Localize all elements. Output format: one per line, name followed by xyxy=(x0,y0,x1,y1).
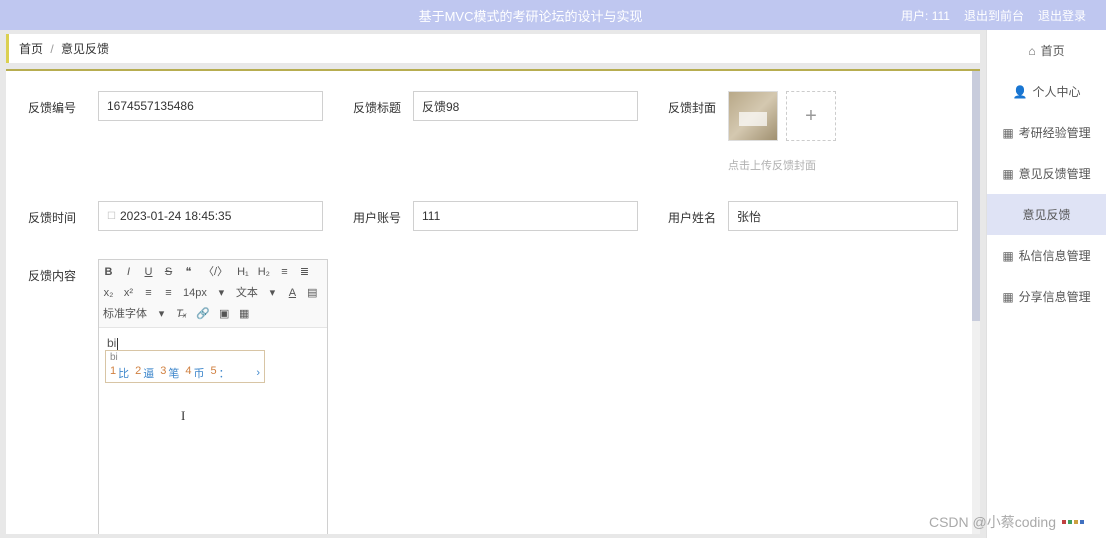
bold-icon[interactable]: B xyxy=(103,265,114,280)
sidebar: ⌂ 首页 👤 个人中心 ▦ 考研经验管理 ▦ 意见反馈管理 意见反馈 ▦ 私信信… xyxy=(986,30,1106,538)
list-icon: ▦ xyxy=(1002,126,1013,140)
cover-thumbnail[interactable] xyxy=(728,91,778,141)
upload-hint: 点击上传反馈封面 xyxy=(728,157,836,173)
username-label: 用户姓名 xyxy=(668,201,728,226)
code-icon[interactable]: 〈/〉 xyxy=(203,265,228,280)
feedback-time-label: 反馈时间 xyxy=(28,201,98,226)
editor-body[interactable]: bi bi 1比 2逼 3笔 4币 5： › xyxy=(99,328,327,534)
bg-color-icon[interactable]: ▤ xyxy=(307,286,318,301)
scrollbar-track[interactable] xyxy=(972,71,980,534)
content-label: 反馈内容 xyxy=(28,259,98,284)
link-icon[interactable]: 🔗 xyxy=(196,307,210,322)
text-cursor-icon: I xyxy=(181,408,185,424)
feedback-title-input[interactable] xyxy=(413,91,638,121)
editor-typed-text: bi xyxy=(107,336,116,350)
sidebar-item-feedback[interactable]: 意见反馈 xyxy=(987,194,1106,235)
h1-icon[interactable]: H₁ xyxy=(237,265,249,280)
underline-icon[interactable]: U xyxy=(143,265,154,280)
sidebar-item-label: 首页 xyxy=(1041,42,1065,59)
outdent-icon[interactable]: ≡ xyxy=(163,286,174,301)
quote-icon[interactable]: ❝ xyxy=(183,265,194,280)
rich-editor: B I U S ❝ 〈/〉 H₁ H₂ ≡ ≣ x₂ x² ≡ xyxy=(98,259,328,534)
text-color-icon[interactable]: A xyxy=(287,286,298,301)
strike-icon[interactable]: S xyxy=(163,265,174,280)
sidebar-item-share[interactable]: ▦ 分享信息管理 xyxy=(987,276,1106,317)
ime-more-icon[interactable]: › xyxy=(256,367,260,379)
home-icon: ⌂ xyxy=(1028,44,1035,58)
user-icon: 👤 xyxy=(1013,85,1028,99)
ol-icon[interactable]: ≡ xyxy=(279,265,290,280)
breadcrumb-current: 意见反馈 xyxy=(61,42,109,56)
ime-composition: bi xyxy=(110,352,260,363)
ime-popup[interactable]: bi 1比 2逼 3笔 4币 5： › xyxy=(105,350,265,383)
logout-link[interactable]: 退出登录 xyxy=(1038,7,1086,24)
account-input[interactable] xyxy=(413,201,638,231)
clear-format-icon[interactable]: T̶ₓ xyxy=(176,307,187,322)
list-icon: ▦ xyxy=(1002,290,1013,304)
list-icon: ▦ xyxy=(1002,249,1013,263)
username-input[interactable] xyxy=(728,201,958,231)
top-user: 用户: 111 xyxy=(901,7,950,24)
sidebar-item-label: 考研经验管理 xyxy=(1019,124,1091,141)
font-size-dropdown[interactable]: 14px xyxy=(183,286,207,301)
scrollbar-thumb[interactable] xyxy=(972,71,980,321)
sidebar-item-label: 个人中心 xyxy=(1032,83,1080,100)
ime-option-2[interactable]: 2逼 xyxy=(135,365,154,381)
app-title: 基于MVC模式的考研论坛的设计与实现 xyxy=(160,6,901,25)
top-bar: 基于MVC模式的考研论坛的设计与实现 用户: 111 退出到前台 退出登录 xyxy=(0,0,1106,30)
list-icon: ▦ xyxy=(1002,167,1013,181)
feedback-no-input[interactable] xyxy=(98,91,323,121)
feedback-no-label: 反馈编号 xyxy=(28,91,98,116)
ime-option-5[interactable]: 5： xyxy=(211,365,230,381)
chevron-down-icon[interactable]: ▾ xyxy=(216,286,227,301)
feedback-time-input[interactable]: ☐ 2023-01-24 18:45:35 xyxy=(98,201,323,231)
back-frontend-link[interactable]: 退出到前台 xyxy=(964,7,1024,24)
sidebar-item-dm[interactable]: ▦ 私信信息管理 xyxy=(987,235,1106,276)
feedback-cover-label: 反馈封面 xyxy=(668,91,728,116)
sidebar-item-label: 分享信息管理 xyxy=(1019,288,1091,305)
image-icon[interactable]: ▣ xyxy=(219,307,230,322)
calendar-icon: ☐ xyxy=(107,211,116,222)
upload-button[interactable]: + xyxy=(786,91,836,141)
sup-icon[interactable]: x² xyxy=(123,286,134,301)
sidebar-item-feedback-mgmt[interactable]: ▦ 意见反馈管理 xyxy=(987,153,1106,194)
editor-toolbar: B I U S ❝ 〈/〉 H₁ H₂ ≡ ≣ x₂ x² ≡ xyxy=(99,260,327,328)
breadcrumb: 首页 / 意见反馈 xyxy=(6,34,980,63)
chevron-down-icon[interactable]: ▾ xyxy=(267,286,278,301)
ime-option-1[interactable]: 1比 xyxy=(110,365,129,381)
video-icon[interactable]: ▦ xyxy=(239,307,250,322)
text-dropdown[interactable]: 文本 xyxy=(236,286,258,301)
feedback-title-label: 反馈标题 xyxy=(353,91,413,116)
plus-icon: + xyxy=(805,105,817,128)
sub-icon[interactable]: x₂ xyxy=(103,286,114,301)
sidebar-item-label: 意见反馈管理 xyxy=(1019,165,1091,182)
sidebar-item-label: 私信信息管理 xyxy=(1019,247,1091,264)
italic-icon[interactable]: I xyxy=(123,265,134,280)
ul-icon[interactable]: ≣ xyxy=(299,265,310,280)
ime-option-4[interactable]: 4币 xyxy=(185,365,204,381)
sidebar-item-exp[interactable]: ▦ 考研经验管理 xyxy=(987,112,1106,153)
breadcrumb-home[interactable]: 首页 xyxy=(19,42,43,56)
font-family-dropdown[interactable]: 标准字体 xyxy=(103,307,147,322)
ime-option-3[interactable]: 3笔 xyxy=(160,365,179,381)
sidebar-item-label: 意见反馈 xyxy=(1022,206,1070,223)
h2-icon[interactable]: H₂ xyxy=(258,265,270,280)
sidebar-item-profile[interactable]: 👤 个人中心 xyxy=(987,71,1106,112)
account-label: 用户账号 xyxy=(353,201,413,226)
sidebar-item-home[interactable]: ⌂ 首页 xyxy=(987,30,1106,71)
indent-icon[interactable]: ≡ xyxy=(143,286,154,301)
chevron-down-icon[interactable]: ▾ xyxy=(156,307,167,322)
